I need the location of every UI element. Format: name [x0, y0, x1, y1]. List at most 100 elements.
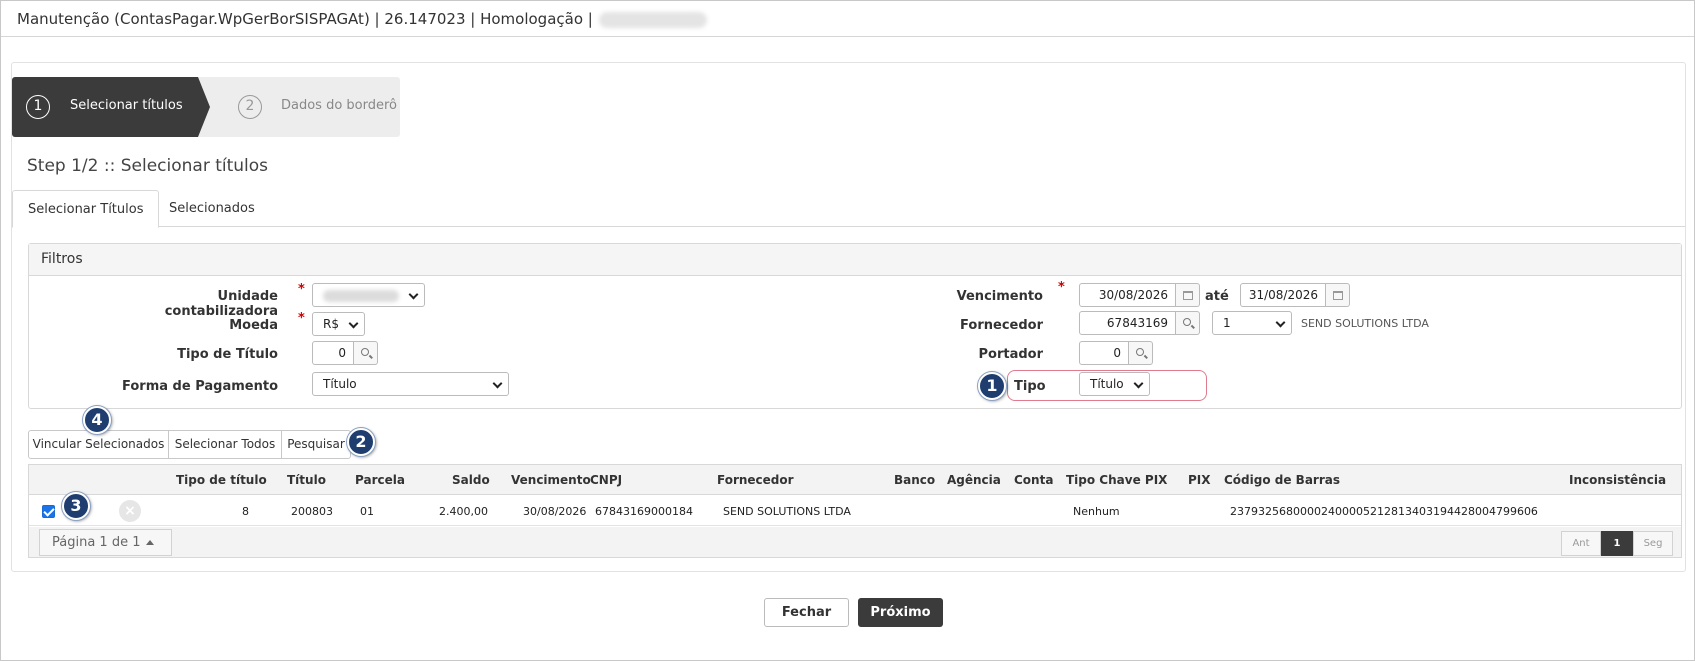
forma-pagamento-select[interactable]: Título — [312, 372, 509, 396]
page-title: Step 1/2 :: Selecionar títulos — [27, 156, 269, 176]
fornecedor-label: Fornecedor — [960, 318, 1043, 333]
wizard-step-label: Selecionar títulos — [70, 98, 183, 113]
wizard-step-number: 2 — [238, 95, 262, 119]
pesquisar-button[interactable]: Pesquisar — [281, 430, 351, 459]
column-header[interactable]: Código de Barras — [1224, 473, 1340, 487]
cell-cnpj: 67843169000184 — [595, 505, 693, 518]
tipo-titulo-search-button[interactable] — [354, 341, 378, 365]
cell-codigo-barras: 2379325680000240000521281340319442800479… — [1230, 505, 1538, 518]
column-header[interactable]: Banco — [894, 473, 935, 487]
ate-label: até — [1205, 289, 1229, 304]
page-selector[interactable]: Página 1 de 1 — [39, 529, 172, 556]
moeda-value: R$ — [323, 317, 339, 331]
close-icon[interactable]: × — [119, 500, 141, 522]
wizard-steps: 2 Dados do borderô 1 Selecionar títulos — [12, 77, 400, 137]
column-header[interactable]: Saldo — [452, 473, 490, 487]
vencimento-to-calendar-button[interactable] — [1326, 283, 1350, 307]
tab-selecionados[interactable]: Selecionados — [154, 190, 270, 228]
required-mark: * — [298, 311, 305, 326]
cell-parcela: 01 — [360, 505, 374, 518]
unidade-select[interactable] — [312, 283, 425, 307]
cell-fornecedor: SEND SOLUTIONS LTDA — [723, 505, 851, 518]
forma-pagamento-label: Forma de Pagamento — [122, 379, 278, 394]
title-bar: Manutenção (ContasPagar.WpGerBorSISPAGAt… — [1, 1, 1694, 37]
column-header[interactable]: Tipo Chave PIX — [1066, 473, 1167, 487]
filters-header: Filtros — [29, 244, 1681, 276]
wizard-arrow — [198, 77, 210, 137]
wizard-step-selecionar-titulos[interactable]: 1 Selecionar títulos — [12, 77, 198, 137]
column-header[interactable]: Título — [287, 473, 326, 487]
pager-prev-button[interactable]: Ant — [1561, 531, 1601, 556]
vencimento-from-calendar-button[interactable] — [1176, 283, 1200, 307]
redacted-environment — [598, 11, 707, 28]
fechar-button[interactable]: Fechar — [764, 598, 849, 627]
tab-bar: Selecionar Títulos Selecionados — [12, 190, 1685, 228]
column-header[interactable]: Agência — [947, 473, 1001, 487]
moeda-label: Moeda — [229, 318, 278, 333]
column-header[interactable]: Conta — [1014, 473, 1053, 487]
proximo-button[interactable]: Próximo — [858, 598, 943, 627]
wizard-step-label: Dados do borderô — [281, 98, 398, 113]
column-header[interactable]: CNPJ — [590, 473, 622, 487]
column-header[interactable]: Vencimento — [511, 473, 591, 487]
column-header[interactable]: Fornecedor — [717, 473, 794, 487]
tipo-titulo-label: Tipo de Título — [177, 347, 278, 362]
chevron-down-icon — [492, 378, 503, 389]
search-icon — [361, 348, 369, 356]
column-header[interactable]: Parcela — [355, 473, 405, 487]
page-label: Página 1 de 1 — [52, 535, 141, 550]
portador-input[interactable]: 0 — [1079, 341, 1129, 365]
grid-header: Tipo de título Título Parcela Saldo Venc… — [29, 465, 1681, 495]
callout-badge-2: 2 — [347, 428, 375, 456]
vencimento-to-input[interactable]: 31/08/2026 — [1240, 283, 1326, 307]
tipo-titulo-input[interactable]: 0 — [312, 341, 354, 365]
fornecedor-input[interactable]: 67843169 — [1079, 311, 1176, 335]
column-header[interactable]: Inconsistência — [1569, 473, 1666, 487]
vencimento-from-input[interactable]: 30/08/2026 — [1079, 283, 1176, 307]
titles-grid: Tipo de título Título Parcela Saldo Venc… — [28, 464, 1682, 558]
chevron-down-icon — [1275, 317, 1286, 328]
wizard-step-number: 1 — [26, 95, 50, 119]
wizard-step-dados-bordero[interactable]: 2 Dados do borderô — [198, 77, 400, 137]
fornecedor-loja-select[interactable]: 1 — [1212, 311, 1292, 335]
fornecedor-loja-value: 1 — [1223, 316, 1231, 330]
selecionar-todos-button[interactable]: Selecionar Todos — [169, 430, 282, 459]
tipo-select[interactable]: Título — [1079, 372, 1150, 396]
chevron-down-icon — [408, 289, 419, 300]
row-checkbox[interactable] — [42, 505, 55, 518]
pager-next-button[interactable]: Seg — [1633, 531, 1673, 556]
calendar-icon — [1183, 291, 1193, 300]
chevron-down-icon — [1133, 378, 1144, 389]
forma-pagamento-value: Título — [323, 377, 357, 391]
tipo-label: Tipo — [1014, 379, 1046, 394]
required-mark: * — [1058, 280, 1065, 295]
vencimento-label: Vencimento — [956, 289, 1043, 304]
calendar-icon — [1333, 291, 1343, 300]
search-icon — [1183, 318, 1191, 326]
caret-up-icon — [146, 540, 155, 545]
fornecedor-name: SEND SOLUTIONS LTDA — [1301, 317, 1429, 330]
portador-label: Portador — [978, 347, 1043, 362]
pager-current-page[interactable]: 1 — [1601, 531, 1633, 556]
vincular-selecionados-button[interactable]: Vincular Selecionados — [28, 430, 169, 459]
callout-badge-3: 3 — [62, 492, 90, 520]
chevron-down-icon — [348, 318, 359, 329]
portador-search-button[interactable] — [1129, 341, 1153, 365]
grid-footer: Página 1 de 1 Ant 1 Seg — [29, 527, 1681, 557]
column-header[interactable]: PIX — [1188, 473, 1211, 487]
callout-badge-1: 1 — [978, 372, 1006, 400]
search-icon — [1136, 348, 1144, 356]
column-header[interactable]: Tipo de título — [176, 473, 267, 487]
unidade-label: Unidade contabilizadora — [164, 289, 278, 319]
cell-tipo-titulo: 8 — [242, 505, 249, 518]
cell-saldo: 2.400,00 — [439, 505, 488, 518]
tipo-value: Título — [1090, 377, 1124, 391]
moeda-select[interactable]: R$ — [312, 312, 365, 336]
cell-titulo: 200803 — [291, 505, 333, 518]
cell-vencimento: 30/08/2026 — [523, 505, 587, 518]
fornecedor-search-button[interactable] — [1176, 311, 1200, 335]
tab-selecionar-titulos[interactable]: Selecionar Títulos — [12, 190, 160, 228]
redacted-unidade — [323, 289, 399, 302]
table-row[interactable]: × 8 200803 01 2.400,00 30/08/2026 678431… — [29, 496, 1681, 526]
required-mark: * — [298, 282, 305, 297]
